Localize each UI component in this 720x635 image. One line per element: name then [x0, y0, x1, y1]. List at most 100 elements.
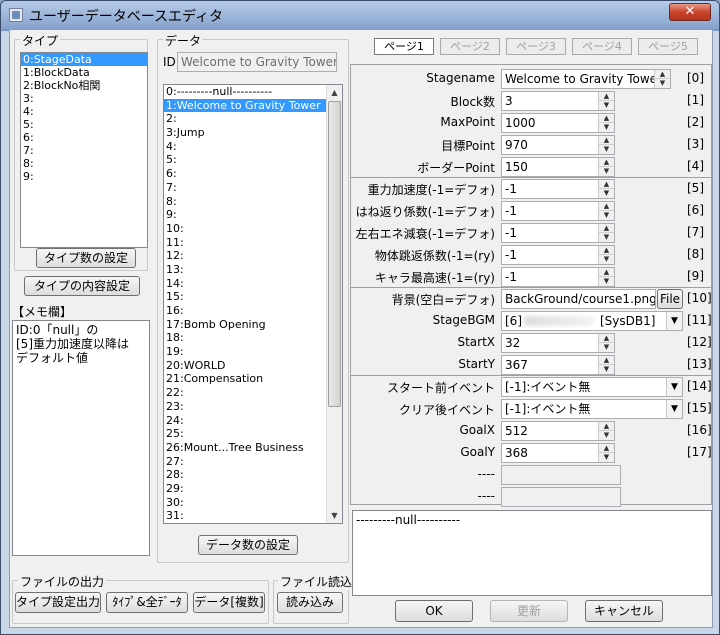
value-field[interactable]: 368 ▲ ▼ — [501, 443, 615, 463]
data-list-item[interactable]: 22: — [164, 386, 326, 400]
type-list-item[interactable]: 0:StageData — [21, 53, 147, 66]
spin-down-icon[interactable]: ▼ — [599, 431, 614, 440]
dropdown-field[interactable]: [-1]:イベント無 ▼ — [501, 377, 683, 397]
spin-up-icon[interactable]: ▲ — [655, 70, 670, 79]
value-field[interactable]: 1000 ▲ ▼ — [501, 113, 615, 133]
chevron-down-icon[interactable]: ▼ — [666, 312, 682, 330]
data-list[interactable]: 0:---------null---------- 1:Welcome to Gr… — [163, 84, 343, 524]
export-type-settings-button[interactable]: タイプ設定出力 — [15, 592, 101, 613]
spin-control[interactable]: ▲ ▼ — [598, 224, 614, 242]
value-field[interactable]: Welcome to Gravity Tower ▲ ▼ — [501, 69, 671, 89]
data-list-item[interactable]: 18: — [164, 331, 326, 345]
scroll-down-arrow[interactable]: ▼ — [327, 508, 342, 523]
spin-control[interactable]: ▲ ▼ — [598, 158, 614, 176]
type-list[interactable]: 0:StageData 1:BlockData 2:BlockNo相関 3: 4: 5: 6… — [20, 52, 148, 248]
type-list-item[interactable]: 3: — [21, 92, 147, 105]
spin-up-icon[interactable]: ▲ — [599, 92, 614, 101]
spin-up-icon[interactable]: ▲ — [599, 114, 614, 123]
spin-control[interactable]: ▲ ▼ — [598, 268, 614, 286]
file-browse-button[interactable]: File — [657, 289, 683, 309]
tab-page-1[interactable]: ページ1 — [374, 38, 434, 55]
spin-up-icon[interactable]: ▲ — [599, 224, 614, 233]
value-field[interactable]: 150 ▲ ▼ — [501, 157, 615, 177]
spin-up-icon[interactable]: ▲ — [599, 422, 614, 431]
update-button[interactable]: 更新 — [490, 600, 568, 622]
load-button[interactable]: 読み込み — [277, 592, 343, 613]
spin-down-icon[interactable]: ▼ — [599, 343, 614, 352]
tab-page-5[interactable]: ページ5 — [638, 38, 698, 55]
spin-control[interactable]: ▲ ▼ — [654, 70, 670, 88]
value-field[interactable]: 3 ▲ ▼ — [501, 91, 615, 111]
data-list-item[interactable]: 17:Bomb Opening — [164, 318, 326, 332]
data-list-item[interactable]: 15: — [164, 290, 326, 304]
data-count-button[interactable]: データ数の設定 — [198, 535, 298, 555]
value-field[interactable]: 970 ▲ ▼ — [501, 135, 615, 155]
spin-control[interactable]: ▲ ▼ — [598, 444, 614, 462]
spin-down-icon[interactable]: ▼ — [599, 101, 614, 110]
data-list-item[interactable]: 6: — [164, 167, 326, 181]
spin-up-icon[interactable]: ▲ — [599, 136, 614, 145]
type-content-button[interactable]: タイプの内容設定 — [24, 276, 140, 296]
data-list-item[interactable]: 25: — [164, 427, 326, 441]
data-list-item[interactable]: 13: — [164, 263, 326, 277]
data-list-item[interactable]: 0:---------null---------- — [164, 85, 326, 99]
value-field[interactable]: -1 ▲ ▼ — [501, 223, 615, 243]
type-list-item[interactable]: 8: — [21, 157, 147, 170]
data-list-item[interactable]: 12: — [164, 249, 326, 263]
spin-up-icon[interactable]: ▲ — [599, 202, 614, 211]
data-list-item[interactable]: 8: — [164, 195, 326, 209]
memo-textarea[interactable]: ID:0「null」の [5]重力加速度以降は デフォルト値 — [12, 320, 150, 556]
spin-control[interactable]: ▲ ▼ — [598, 422, 614, 440]
value-field[interactable]: 367 ▲ ▼ — [501, 355, 615, 375]
tab-page-4[interactable]: ページ4 — [572, 38, 632, 55]
spin-up-icon[interactable]: ▲ — [599, 356, 614, 365]
spin-control[interactable]: ▲ ▼ — [598, 114, 614, 132]
data-list-item[interactable]: 1:Welcome to Gravity Tower — [164, 98, 326, 113]
data-list-item[interactable]: 21:Compensation — [164, 372, 326, 386]
cancel-button[interactable]: キャンセル — [585, 600, 663, 622]
export-data-multiple-button[interactable]: データ[複数] — [193, 592, 265, 613]
chevron-down-icon[interactable]: ▼ — [666, 400, 682, 418]
data-list-item[interactable]: 30: — [164, 496, 326, 510]
dropdown-field[interactable]: [-1]:イベント無 ▼ — [501, 399, 683, 419]
data-list-item[interactable]: 7: — [164, 181, 326, 195]
spin-control[interactable]: ▲ ▼ — [598, 334, 614, 352]
data-list-item[interactable]: 2: — [164, 112, 326, 126]
type-list-item[interactable]: 9: — [21, 170, 147, 183]
value-field[interactable]: BackGround/course1.png — [501, 289, 656, 309]
spin-up-icon[interactable]: ▲ — [599, 444, 614, 453]
spin-up-icon[interactable]: ▲ — [599, 268, 614, 277]
spin-up-icon[interactable]: ▲ — [599, 158, 614, 167]
value-field[interactable]: -1 ▲ ▼ — [501, 245, 615, 265]
data-list-scrollbar[interactable]: ▲ ▼ — [326, 85, 342, 523]
data-list-item[interactable]: 31: — [164, 509, 326, 523]
type-list-item[interactable]: 6: — [21, 131, 147, 144]
spin-down-icon[interactable]: ▼ — [599, 453, 614, 462]
data-list-item[interactable]: 29: — [164, 482, 326, 496]
export-type-all-data-button[interactable]: ﾀｲﾌﾟ&全ﾃﾞｰﾀ — [106, 592, 188, 613]
type-list-item[interactable]: 1:BlockData — [21, 66, 147, 79]
data-list-item[interactable]: 26:Mount...Tree Business — [164, 441, 326, 455]
spin-down-icon[interactable]: ▼ — [599, 211, 614, 220]
spin-control[interactable]: ▲ ▼ — [598, 180, 614, 198]
data-list-item[interactable]: 10: — [164, 222, 326, 236]
data-list-item[interactable]: 16: — [164, 304, 326, 318]
scroll-up-arrow[interactable]: ▲ — [327, 85, 342, 100]
value-field[interactable]: -1 ▲ ▼ — [501, 179, 615, 199]
spin-down-icon[interactable]: ▼ — [599, 255, 614, 264]
tab-page-3[interactable]: ページ3 — [506, 38, 566, 55]
data-list-item[interactable]: 14: — [164, 277, 326, 291]
ok-button[interactable]: OK — [395, 600, 473, 622]
spin-down-icon[interactable]: ▼ — [599, 123, 614, 132]
type-list-item[interactable]: 4: — [21, 105, 147, 118]
tab-page-2[interactable]: ページ2 — [440, 38, 500, 55]
spin-control[interactable]: ▲ ▼ — [598, 202, 614, 220]
data-list-item[interactable]: 20:WORLD — [164, 359, 326, 373]
spin-down-icon[interactable]: ▼ — [599, 167, 614, 176]
type-count-button[interactable]: タイプ数の設定 — [36, 248, 136, 268]
spin-down-icon[interactable]: ▼ — [599, 365, 614, 374]
spin-down-icon[interactable]: ▼ — [599, 189, 614, 198]
type-list-item[interactable]: 2:BlockNo相関 — [21, 79, 147, 92]
data-list-item[interactable]: 4: — [164, 140, 326, 154]
value-field[interactable]: 32 ▲ ▼ — [501, 333, 615, 353]
